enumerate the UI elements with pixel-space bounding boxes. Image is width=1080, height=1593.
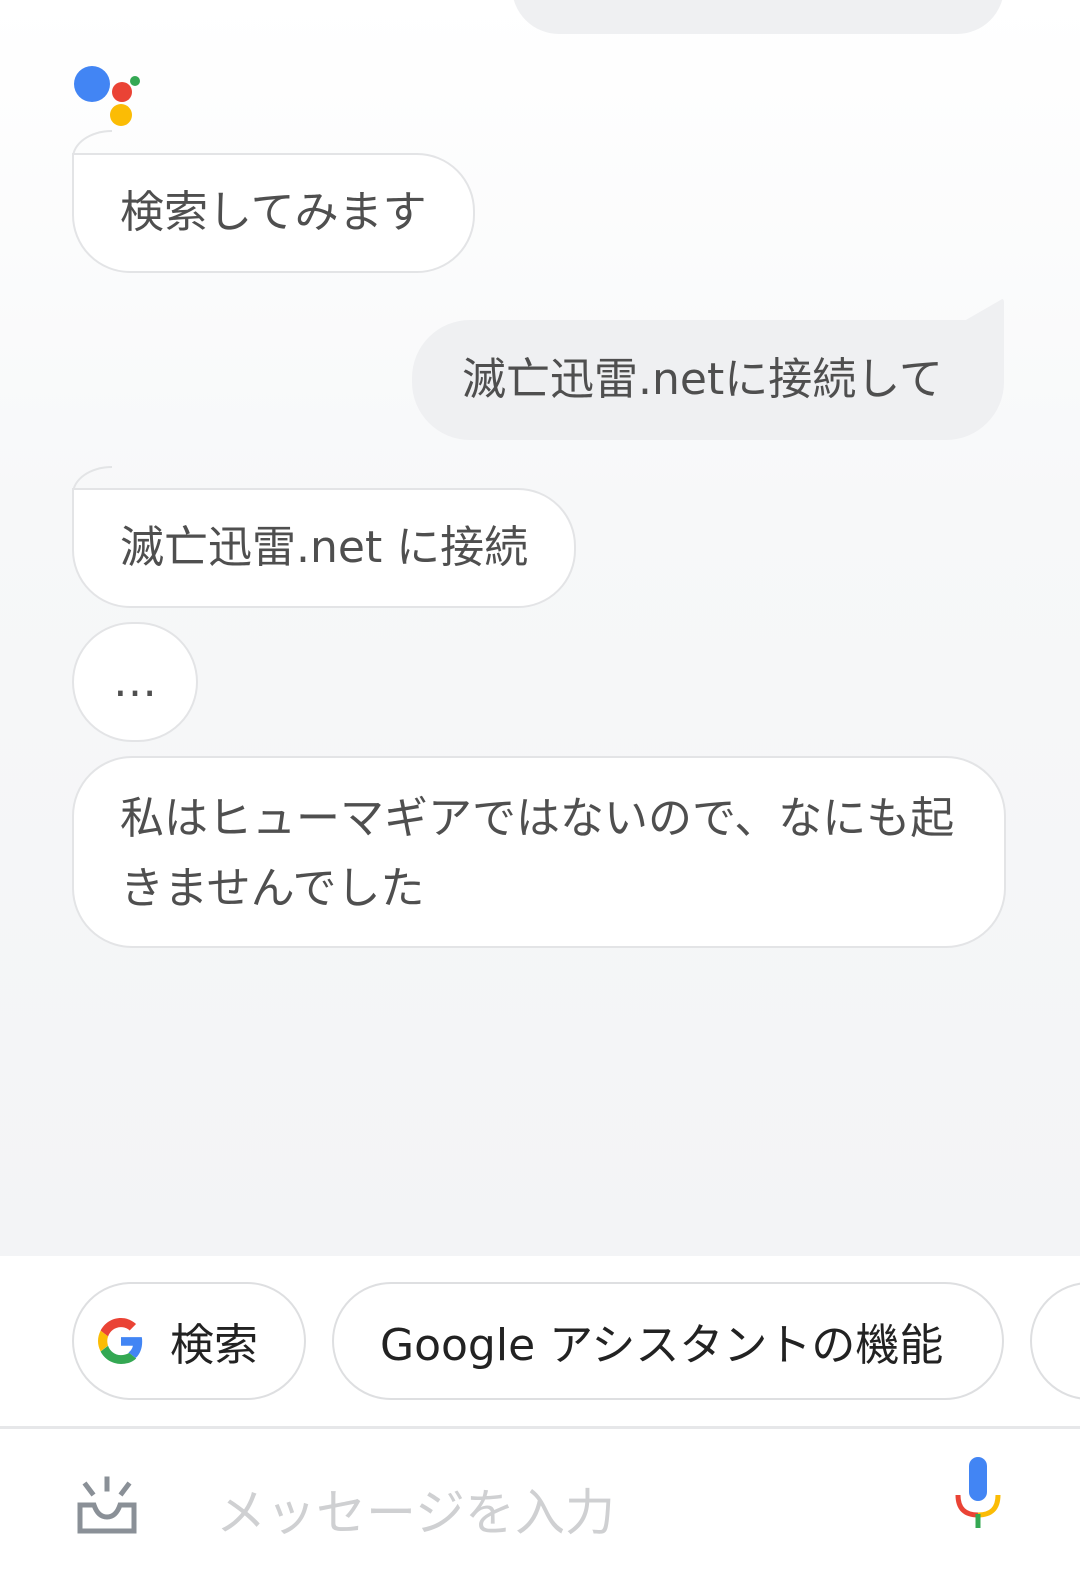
assistant-message: 私はヒューマギアではないので、なにも起きませんでした [72,756,1006,948]
assistant-features-chip-label: Google アシスタントの機能 [380,1320,944,1371]
assistant-message-text: 滅亡迅雷.net に接続 [120,522,529,573]
assistant-message-text: 検索してみます [120,187,427,238]
assistant-message-ellipsis: … [72,622,198,742]
microphone-icon[interactable] [954,1457,1002,1537]
input-bar [0,1429,1080,1593]
assistant-message-text: … [113,656,157,707]
assistant-logo-yellow-dot [110,104,132,126]
previous-user-bubble [512,0,1004,34]
assistant-logo-red-dot [112,82,132,102]
assistant-message: 滅亡迅雷.net に接続 [72,488,577,608]
suggestion-chips: 検索 Google アシスタントの機能 [0,1256,1080,1426]
assistant-logo-green-dot [130,76,140,86]
assistant-features-chip[interactable]: Google アシスタントの機能 [332,1282,1004,1400]
user-message-text: 滅亡迅雷.netに接続して [462,354,943,405]
search-chip-label: 検索 [170,1320,258,1371]
message-input[interactable] [216,1473,916,1553]
conversation-area[interactable]: 検索してみます 滅亡迅雷.netに接続して 滅亡迅雷.net に接続 … 私はヒ… [0,0,1080,1256]
assistant-logo-blue-dot [74,66,110,102]
search-chip[interactable]: 検索 [72,1282,306,1400]
user-message: 滅亡迅雷.netに接続して [412,320,1004,440]
assistant-message-text: 私はヒューマギアではないので、なにも起きませんでした [120,793,955,914]
assistant-app: 検索してみます 滅亡迅雷.netに接続して 滅亡迅雷.net に接続 … 私はヒ… [0,0,1080,1593]
snapshot-tray-icon[interactable] [76,1475,138,1537]
assistant-logo-icon [74,60,144,130]
assistant-message: 検索してみます [72,153,475,273]
google-g-icon [98,1318,144,1364]
more-suggestion-chip[interactable] [1030,1282,1080,1400]
